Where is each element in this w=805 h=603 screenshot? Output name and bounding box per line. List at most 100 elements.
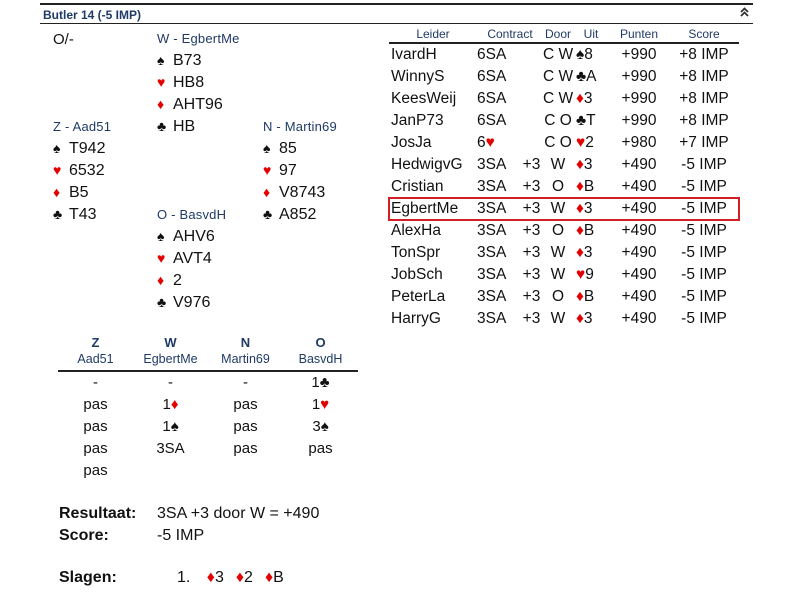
results-header: Leider Contract Door Uit Punten Score: [389, 27, 739, 44]
contract: 3SA: [477, 156, 507, 173]
hand-north-diamonds: ♦ V8743: [263, 181, 337, 203]
diamond-icon: ♦: [157, 272, 165, 288]
imp-score: -5 IMP: [681, 288, 727, 305]
spade-icon: ♠: [263, 140, 271, 156]
points: +490: [621, 266, 657, 283]
hand-south-diamonds: ♦ B5: [53, 181, 111, 203]
seat-label: N: [240, 335, 251, 350]
overtricks: +3: [522, 222, 541, 239]
table-row[interactable]: Cristian 3SA +3 O ♦B +490 -5 IMP: [389, 176, 739, 198]
hand-east-hearts: ♥ AVT4: [157, 247, 226, 269]
hand-north-hearts: ♥ 97: [263, 159, 337, 181]
bid-cell: pas: [83, 418, 108, 435]
opening-lead: ♦3: [573, 154, 609, 176]
hand-south-hearts: ♥ 6532: [53, 159, 111, 181]
bid-cell: [208, 460, 283, 482]
overtricks: +3: [522, 266, 541, 283]
player-name: BasvdH: [298, 352, 343, 366]
contract: 6SA: [477, 46, 507, 63]
lead-rank: 8: [584, 46, 593, 63]
results-rows: IvardH 6SA C W ♠8 +990 +8 IMP WinnyS 6SA C W ♣A +9…: [388, 44, 740, 330]
opening-lead: ♥2: [573, 132, 609, 154]
declarer-door: W: [550, 244, 566, 261]
heart-icon: ♥: [263, 162, 272, 178]
header-contract[interactable]: Contract: [477, 27, 543, 42]
table-row[interactable]: JosJa 6♥ C O ♥2 +980 +7 IMP: [389, 132, 739, 154]
lead-rank: 3: [583, 200, 593, 217]
spade-icon: ♠: [157, 52, 165, 68]
club-icon: ♣: [53, 206, 63, 222]
header-uit[interactable]: Uit: [573, 27, 609, 42]
hand-west-clubs: ♣ HB: [157, 115, 240, 137]
club-icon: ♣: [576, 68, 587, 85]
lead-rank: 9: [585, 266, 594, 283]
cards: V976: [173, 294, 211, 311]
header-door[interactable]: Door: [543, 27, 573, 42]
declarer-door: W: [550, 310, 566, 327]
board-title: Butler 14 (-5 IMP): [43, 8, 142, 22]
club-icon: ♣: [576, 112, 587, 129]
player-name: IvardH: [391, 46, 437, 63]
bidding-row: pas 1♦ pas 1♥: [58, 394, 358, 416]
table-row[interactable]: IvardH 6SA C W ♠8 +990 +8 IMP: [389, 44, 739, 66]
hand-west-hearts: ♥ HB8: [157, 71, 240, 93]
imp-score: -5 IMP: [681, 178, 727, 195]
heart-icon: ♥: [576, 266, 586, 283]
table-row[interactable]: HarryG 3SA +3 W ♦3 +490 -5 IMP: [389, 308, 739, 330]
header-score[interactable]: Score: [669, 27, 739, 42]
diamond-icon: ♦: [170, 396, 179, 413]
bid-cell: 3♠: [283, 416, 358, 438]
table-row[interactable]: WinnyS 6SA C W ♣A +990 +8 IMP: [389, 66, 739, 88]
table-row-highlighted[interactable]: EgbertMe 3SA +3 W ♦3 +490 -5 IMP: [388, 197, 740, 221]
opening-lead: ♠8: [573, 44, 609, 66]
lead-rank: B: [583, 288, 595, 305]
imp-score: -5 IMP: [681, 310, 727, 327]
double-chevron-up-icon[interactable]: [740, 7, 749, 19]
cards: B73: [173, 52, 202, 69]
player-name: EgbertMe: [391, 200, 459, 217]
declarer-door: O: [551, 178, 565, 195]
imp-score: -5 IMP: [681, 266, 727, 283]
hand-south-clubs: ♣ T43: [53, 203, 111, 225]
spade-icon: ♠: [53, 140, 61, 156]
contract: 3SA: [477, 222, 507, 239]
points: +990: [621, 112, 657, 129]
table-row[interactable]: JanP73 6SA C O ♣T +990 +8 IMP: [389, 110, 739, 132]
table-row[interactable]: PeterLa 3SA +3 O ♦B +490 -5 IMP: [389, 286, 739, 308]
opening-lead: ♦3: [573, 242, 609, 264]
hand-north-spades: ♠ 85: [263, 137, 337, 159]
lead-rank: 3: [583, 156, 593, 173]
player-name: JanP73: [391, 112, 444, 129]
cards: 6532: [69, 162, 105, 179]
bid-cell: pas: [83, 440, 108, 457]
declarer-door: C O: [544, 134, 572, 151]
bidding-row: pas: [58, 460, 358, 482]
cards: HB: [173, 118, 196, 135]
table-row[interactable]: KeesWeij 6SA C W ♦3 +990 +8 IMP: [389, 88, 739, 110]
trick-number: 1.: [177, 569, 191, 586]
table-row[interactable]: TonSpr 3SA +3 W ♦3 +490 -5 IMP: [389, 242, 739, 264]
table-row[interactable]: JobSch 3SA +3 W ♥9 +490 -5 IMP: [389, 264, 739, 286]
bid-cell: 3SA: [156, 440, 185, 457]
bidding-row: pas 1♠ pas 3♠: [58, 416, 358, 438]
imp-score: -5 IMP: [681, 200, 727, 217]
imp-score: +7 IMP: [679, 134, 729, 151]
header-leider[interactable]: Leider: [389, 27, 477, 42]
diamond-icon: ♦: [576, 200, 584, 217]
declarer-door: O: [551, 288, 565, 305]
player-name: EgbertMe: [143, 352, 198, 366]
cards: 2: [173, 272, 182, 289]
seat-label: W: [164, 335, 177, 350]
contract: 3SA: [477, 178, 507, 195]
table-row[interactable]: HedwigvG 3SA +3 W ♦3 +490 -5 IMP: [389, 154, 739, 176]
bid-cell: 1♣: [283, 372, 358, 394]
player-name: Aad51: [77, 352, 114, 366]
table-row[interactable]: AlexHa 3SA +3 O ♦B +490 -5 IMP: [389, 220, 739, 242]
header-punten[interactable]: Punten: [609, 27, 669, 42]
opening-lead: ♦3: [573, 88, 609, 110]
overtricks: +3: [522, 200, 541, 217]
diamond-icon: ♦: [576, 310, 584, 327]
points: +490: [621, 200, 657, 217]
player-name: WinnyS: [391, 68, 445, 85]
bid-cell: -: [243, 374, 248, 391]
